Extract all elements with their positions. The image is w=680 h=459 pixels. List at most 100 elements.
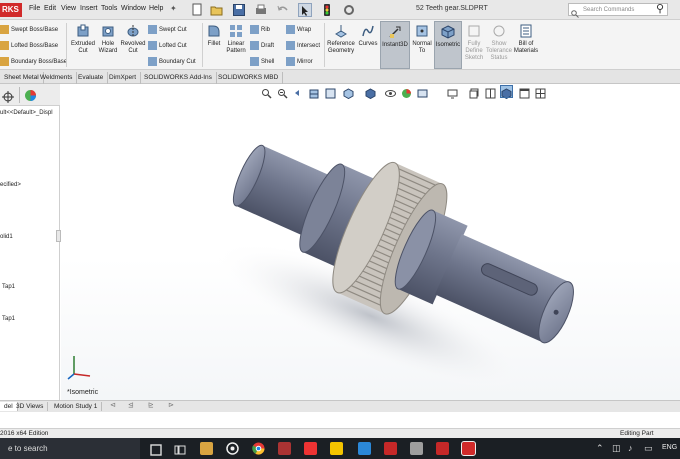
tree-configuration[interactable]: ult<<Default>_Displ — [0, 110, 53, 116]
panel-tab-bar — [0, 84, 60, 106]
curves-icon — [362, 25, 374, 37]
menu-edit[interactable]: Edit — [44, 5, 56, 12]
tab-evaluate[interactable]: Evaluate — [74, 72, 109, 84]
graphics-viewport[interactable]: *Isometric — [61, 84, 680, 400]
solidworks-app-icon[interactable] — [436, 442, 449, 455]
tab-solidworks-mbd[interactable]: SOLIDWORKS MBD — [214, 72, 284, 84]
model-view-tabs: del 3D Views Motion Study 1 ⊲ ⊴ ⊵ ⊳ — [0, 400, 680, 412]
app-yellow-icon[interactable] — [330, 442, 343, 455]
volume-icon[interactable]: ♪ — [628, 443, 633, 453]
save-icon[interactable] — [232, 3, 246, 17]
intersect-button[interactable]: Intersect — [286, 41, 320, 50]
nav-last-icon[interactable]: ⊳ — [168, 401, 174, 409]
mirror-button[interactable]: Mirror — [286, 57, 313, 66]
file-explorer-icon[interactable] — [200, 442, 213, 455]
app-blue-icon[interactable] — [358, 442, 371, 455]
menu-file[interactable]: File — [29, 5, 40, 12]
tab-dimxpert[interactable]: DimXpert — [105, 72, 142, 84]
crosshair-icon[interactable] — [2, 90, 14, 108]
new-document-icon[interactable] — [190, 3, 204, 17]
select-arrow-icon[interactable] — [298, 3, 312, 17]
normal-to-icon — [416, 25, 428, 37]
draft-icon — [250, 41, 259, 50]
command-manager-tabs: Sheet Metal Weldments Evaluate DimXpert … — [0, 70, 680, 84]
reference-geometry-button[interactable]: Reference Geometry — [326, 24, 356, 55]
lofted-cut-button[interactable]: Lofted Cut — [148, 41, 187, 50]
tab-solidworks-add-ins[interactable]: SOLIDWORKS Add-Ins — [140, 72, 217, 84]
rib-button[interactable]: Rib — [250, 25, 270, 34]
swept-boss-base-button[interactable]: Swept Boss/Base — [0, 25, 58, 34]
document-title: 52 Teeth gear.SLDPRT — [416, 5, 488, 12]
app-red-icon[interactable] — [278, 442, 291, 455]
tab-motion-study-1[interactable]: Motion Study 1 — [50, 402, 103, 411]
appearance-ball-icon[interactable] — [24, 89, 37, 107]
wrap-icon — [286, 25, 295, 34]
tab-3d-views[interactable]: 3D Views — [12, 402, 49, 411]
print-icon[interactable] — [254, 3, 268, 17]
menu-tools[interactable]: Tools — [101, 5, 117, 12]
tree-tap1-feature[interactable]: Tap1 — [2, 284, 15, 290]
rib-icon — [250, 25, 259, 34]
revolved-cut-button[interactable]: Revolved Cut — [119, 24, 147, 55]
gear-shaft-model[interactable] — [61, 84, 680, 400]
language-indicator[interactable]: ENG — [662, 444, 677, 451]
curves-button[interactable]: Curves — [356, 24, 380, 48]
show-hidden-icons-icon[interactable]: ⌃ — [596, 443, 604, 454]
tab-weldments[interactable]: Weldments — [36, 72, 78, 84]
network-icon[interactable]: ◫ — [612, 443, 621, 454]
swept-cut-icon — [148, 25, 157, 34]
boundary-cut-button[interactable]: Boundary Cut — [148, 57, 196, 66]
undo-icon[interactable] — [276, 3, 290, 17]
normal-to-button[interactable]: Normal To — [410, 24, 434, 55]
pin-icon[interactable]: ✦ — [170, 4, 177, 13]
boundary-boss-icon — [0, 57, 9, 66]
options-gear-icon[interactable] — [342, 3, 356, 17]
fillet-button[interactable]: Fillet — [204, 24, 224, 48]
taskbar-search-box[interactable]: e to search — [0, 438, 140, 459]
open-folder-icon[interactable] — [210, 3, 224, 17]
app-gray-icon[interactable] — [410, 442, 423, 455]
task-view-icon[interactable] — [174, 443, 186, 459]
swept-cut-button[interactable]: Swept Cut — [148, 25, 187, 34]
menu-insert[interactable]: Insert — [80, 5, 98, 12]
isometric-cube-icon — [441, 25, 455, 39]
nav-next-icon[interactable]: ⊵ — [148, 401, 154, 409]
instant3d-button[interactable]: Instant3D — [380, 21, 410, 69]
chrome-icon[interactable] — [252, 442, 265, 455]
nav-first-icon[interactable]: ⊲ — [110, 401, 116, 409]
tree-material-unspecified[interactable]: ecified> — [0, 182, 21, 188]
menu-window[interactable]: Window — [121, 5, 146, 12]
shell-button[interactable]: Shell — [250, 57, 274, 66]
search-commands-input[interactable]: Search Commands — [568, 3, 668, 16]
extruded-cut-icon — [77, 24, 89, 37]
lofted-boss-base-button[interactable]: Lofted Boss/Base — [0, 41, 58, 50]
hole-wizard-button[interactable]: Hole Wizard — [96, 24, 120, 55]
menu-help[interactable]: Help — [149, 5, 163, 12]
app-red-icon-2[interactable] — [384, 442, 397, 455]
nav-prev-icon[interactable]: ⊴ — [128, 401, 134, 409]
menu-view[interactable]: View — [61, 5, 76, 12]
cortana-circle-icon[interactable] — [150, 443, 162, 459]
traffic-light-icon[interactable] — [320, 3, 334, 17]
bill-of-materials-button[interactable]: Bill of Materials — [512, 24, 540, 55]
solidworks-logo[interactable]: RKS — [0, 3, 22, 17]
linear-pattern-button[interactable]: Linear Pattern — [224, 24, 248, 55]
ribbon-separator — [324, 23, 325, 67]
media-player-icon[interactable] — [226, 442, 239, 455]
draft-button[interactable]: Draft — [250, 41, 274, 50]
app-red-square-icon[interactable] — [304, 442, 317, 455]
tree-solid-body[interactable]: olid1 — [0, 234, 13, 240]
wrap-button[interactable]: Wrap — [286, 25, 311, 34]
isometric-button[interactable]: Isometric — [434, 21, 462, 69]
extruded-cut-button[interactable]: Extruded Cut — [70, 24, 96, 55]
solidworks-active-icon[interactable] — [461, 441, 476, 456]
search-go-icon[interactable]: ⚲ — [656, 2, 664, 15]
lofted-boss-icon — [0, 41, 9, 50]
boundary-boss-base-button[interactable]: Boundary Boss/Base — [0, 57, 67, 66]
tree-tap1-feature[interactable]: Tap1 — [2, 316, 15, 322]
edition-label: 2016 x64 Edition — [0, 430, 49, 437]
editing-mode-label: Editing Part — [620, 430, 654, 437]
show-tolerance-status-button[interactable]: Show Tolerance Status — [486, 24, 512, 62]
battery-icon[interactable]: ▭ — [644, 443, 653, 454]
fully-define-sketch-button[interactable]: Fully Define Sketch — [462, 24, 486, 62]
